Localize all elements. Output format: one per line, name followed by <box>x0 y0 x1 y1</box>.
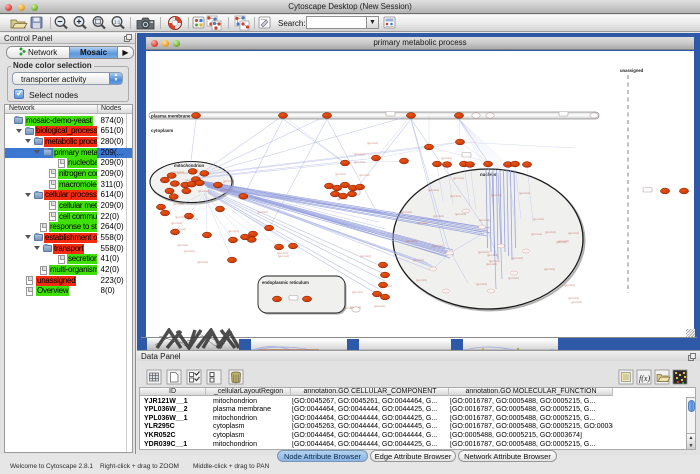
svg-text:(go:nnnn): (go:nnnn) <box>173 202 184 206</box>
svg-text:1:1: 1:1 <box>114 20 121 25</box>
svg-text:cytoplasm: cytoplasm <box>151 128 173 133</box>
svg-text:(go:nnnn): (go:nnnn) <box>556 240 567 244</box>
svg-text:(go:nnnn): (go:nnnn) <box>223 179 234 183</box>
svg-text:(go:nnnn): (go:nnnn) <box>486 262 497 266</box>
svg-text:(go:nnnn): (go:nnnn) <box>406 239 417 243</box>
svg-text:(go:nnnn): (go:nnnn) <box>177 243 188 247</box>
svg-text:(go:nnnn): (go:nnnn) <box>228 229 239 233</box>
svg-text:(go:nnnn): (go:nnnn) <box>487 253 498 257</box>
svg-text:(go:nnnn): (go:nnnn) <box>354 152 365 156</box>
svg-text:(go:nnnn): (go:nnnn) <box>257 210 268 214</box>
svg-text:(go:nnnn): (go:nnnn) <box>508 276 519 280</box>
svg-text:(go:nnnn): (go:nnnn) <box>359 173 370 177</box>
svg-text:(go:nnnn): (go:nnnn) <box>432 244 443 248</box>
svg-text:(go:nnnn): (go:nnnn) <box>413 258 424 262</box>
svg-text:(go:nnnn): (go:nnnn) <box>491 193 502 197</box>
svg-text:(go:nnnn): (go:nnnn) <box>171 221 182 225</box>
svg-text:endoplasmic reticulum: endoplasmic reticulum <box>262 280 309 285</box>
svg-text:(go:nnnn): (go:nnnn) <box>533 217 544 221</box>
svg-text:(go:nnnn): (go:nnnn) <box>220 188 231 192</box>
svg-text:(go:nnnn): (go:nnnn) <box>367 141 378 145</box>
svg-text:(go:nnnn): (go:nnnn) <box>479 218 490 222</box>
svg-text:(go:nnnn): (go:nnnn) <box>428 188 439 192</box>
svg-text:(go:nnnn): (go:nnnn) <box>374 304 385 308</box>
svg-text:(go:nnnn): (go:nnnn) <box>335 172 346 176</box>
svg-text:(go:nnnn): (go:nnnn) <box>184 249 195 253</box>
svg-text:nucleus: nucleus <box>480 172 497 177</box>
svg-text:(go:nnnn): (go:nnnn) <box>519 191 530 195</box>
svg-text:(go:nnnn): (go:nnnn) <box>177 171 188 175</box>
svg-text:(go:nnnn): (go:nnnn) <box>197 260 208 264</box>
svg-text:(go:nnnn): (go:nnnn) <box>564 283 575 287</box>
svg-text:f(x): f(x) <box>639 374 650 383</box>
svg-text:(go:nnnn): (go:nnnn) <box>441 156 452 160</box>
svg-text:(go:nnnn): (go:nnnn) <box>360 254 371 258</box>
svg-text:(go:nnnn): (go:nnnn) <box>401 210 412 214</box>
svg-text:(go:nnnn): (go:nnnn) <box>476 282 487 286</box>
svg-text:(go:nnnn): (go:nnnn) <box>433 214 444 218</box>
svg-text:(go:nnnn): (go:nnnn) <box>453 176 464 180</box>
svg-text:(go:nnnn): (go:nnnn) <box>278 254 289 258</box>
svg-text:(go:nnnn): (go:nnnn) <box>568 296 579 300</box>
svg-text:(go:nnnn): (go:nnnn) <box>450 194 461 198</box>
svg-text:(go:nnnn): (go:nnnn) <box>568 231 579 235</box>
svg-text:(go:nnnn): (go:nnnn) <box>352 290 363 294</box>
svg-text:(go:nnnn): (go:nnnn) <box>354 160 365 164</box>
svg-text:(go:nnnn): (go:nnnn) <box>571 300 582 304</box>
svg-text:(go:nnnn): (go:nnnn) <box>545 230 556 234</box>
svg-text:(go:nnnn): (go:nnnn) <box>512 256 523 260</box>
svg-text:(go:nnnn): (go:nnnn) <box>198 189 209 193</box>
svg-text:plasma membrane: plasma membrane <box>151 114 191 119</box>
svg-text:(go:nnnn): (go:nnnn) <box>416 278 427 282</box>
svg-text:(go:nnnn): (go:nnnn) <box>531 232 542 236</box>
svg-text:(go:nnnn): (go:nnnn) <box>544 267 555 271</box>
svg-text:(go:nnnn): (go:nnnn) <box>417 221 428 225</box>
svg-text:unassigned: unassigned <box>620 68 644 73</box>
svg-text:mitochondrion: mitochondrion <box>174 163 204 168</box>
